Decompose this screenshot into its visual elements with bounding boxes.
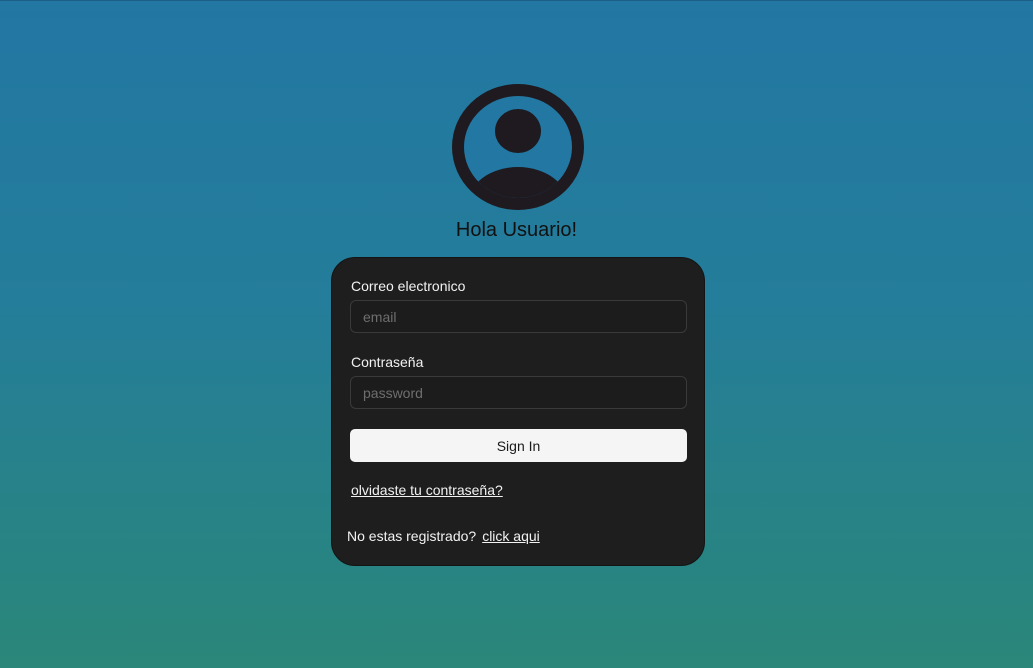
sign-in-button[interactable]: Sign In <box>350 429 687 462</box>
password-field[interactable] <box>350 376 687 409</box>
register-prompt: No estas registrado? <box>347 528 477 544</box>
greeting-title: Hola Usuario! <box>455 219 578 241</box>
top-border <box>0 0 1033 1</box>
email-label: Correo electronico <box>351 278 466 294</box>
password-label: Contraseña <box>351 354 424 370</box>
user-avatar-icon <box>452 84 584 210</box>
register-link[interactable]: click aqui <box>482 528 540 544</box>
register-row: No estas registrado? click aqui <box>347 528 540 544</box>
login-card: Correo electronico Contraseña Sign In ol… <box>331 257 705 566</box>
email-field[interactable] <box>350 300 687 333</box>
forgot-password-link[interactable]: olvidaste tu contraseña? <box>351 482 503 498</box>
